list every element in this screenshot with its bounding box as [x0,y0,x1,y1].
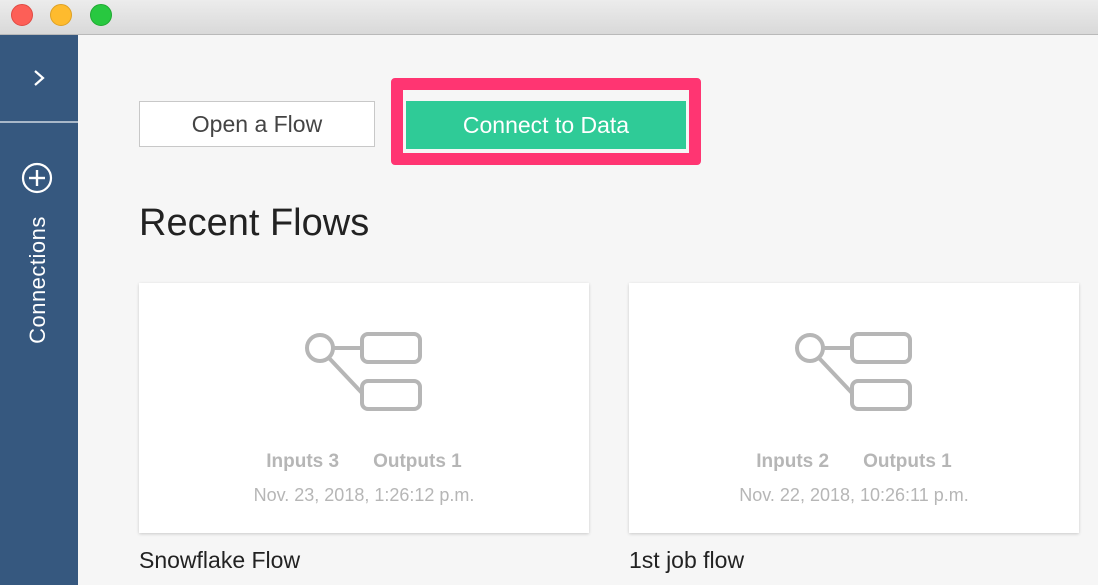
flow-card-snowflake[interactable]: Inputs 3 Outputs 1 Nov. 23, 2018, 1:26:12… [139,283,589,533]
sidebar-divider [0,121,78,123]
open-flow-button[interactable]: Open a Flow [139,101,375,147]
flow-name[interactable]: Snowflake Flow [139,547,300,574]
flow-date: Nov. 22, 2018, 10:26:11 p.m. [739,485,969,505]
flow-card-1st-job[interactable]: Inputs 2 Outputs 1 Nov. 22, 2018, 10:26:1… [629,283,1079,533]
flow-diagram-icon [795,332,912,411]
window-title-bar [0,0,1098,35]
connections-label[interactable]: Connections [25,216,51,344]
recent-flows-heading: Recent Flows [139,202,370,244]
minimize-window-button[interactable] [50,4,72,26]
outputs-count: Outputs 1 [863,451,952,472]
flow-name[interactable]: 1st job flow [629,547,744,574]
plus-circle-icon[interactable] [21,162,53,194]
inputs-count: Inputs 3 [266,451,340,472]
expand-sidebar-button[interactable] [0,35,78,121]
outputs-count: Outputs 1 [373,451,462,472]
close-window-button[interactable] [11,4,33,26]
zoom-window-button[interactable] [90,4,112,26]
flow-date: Nov. 23, 2018, 1:26:12 p.m. [253,485,475,505]
flow-stats: Inputs 3 Outputs 1 [139,451,589,473]
connect-to-data-button[interactable]: Connect to Data [406,101,686,149]
flow-diagram-icon [305,332,422,411]
inputs-count: Inputs 2 [756,451,830,472]
chevron-right-icon [34,70,45,86]
connections-sidebar: Connections [0,35,78,585]
flow-stats: Inputs 2 Outputs 1 [629,451,1079,473]
